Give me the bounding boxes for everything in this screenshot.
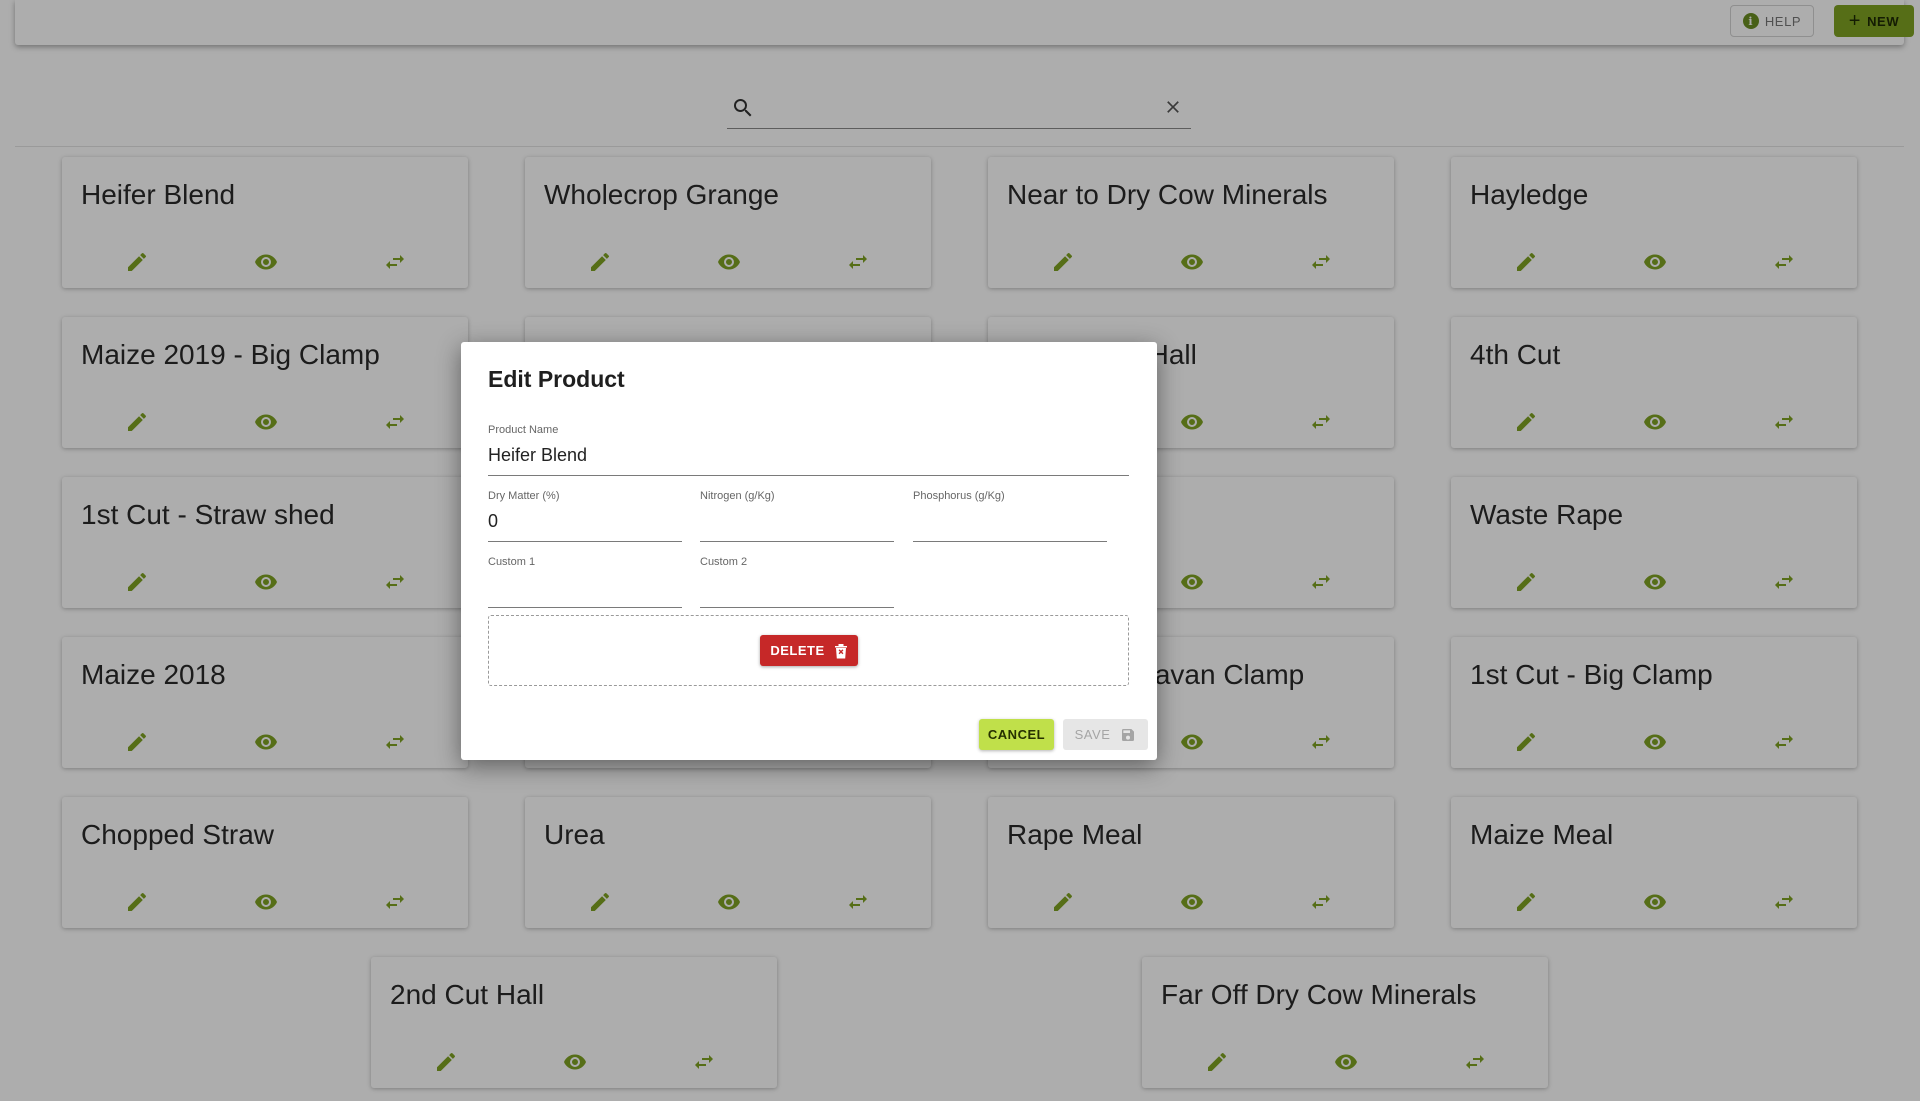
product-name-value[interactable]: Heifer Blend bbox=[488, 445, 587, 466]
nitrogen-field[interactable]: Nitrogen (g/Kg) bbox=[700, 490, 894, 542]
dry-matter-value[interactable]: 0 bbox=[488, 511, 498, 532]
floppy-disk-icon bbox=[1122, 728, 1135, 741]
phosphorus-label: Phosphorus (g/Kg) bbox=[913, 490, 1005, 502]
dry-matter-label: Dry Matter (%) bbox=[488, 490, 560, 502]
save-button: SAVE bbox=[1063, 719, 1148, 750]
trash-icon bbox=[834, 643, 847, 658]
delete-label: DELETE bbox=[770, 643, 825, 658]
custom-2-label: Custom 2 bbox=[700, 556, 748, 568]
product-name-field[interactable]: Product Name Heifer Blend bbox=[488, 424, 1129, 476]
save-label: SAVE bbox=[1074, 727, 1111, 742]
dialog-title: Edit Product bbox=[488, 366, 625, 392]
phosphorus-field[interactable]: Phosphorus (g/Kg) bbox=[913, 490, 1107, 542]
custom-1-field[interactable]: Custom 1 bbox=[488, 556, 682, 608]
product-name-label: Product Name bbox=[488, 424, 559, 436]
delete-button[interactable]: DELETE bbox=[760, 635, 858, 666]
nitrogen-label: Nitrogen (g/Kg) bbox=[700, 490, 775, 502]
delete-zone: DELETE bbox=[488, 615, 1129, 686]
cancel-button[interactable]: CANCEL bbox=[979, 719, 1054, 750]
custom-1-label: Custom 1 bbox=[488, 556, 536, 568]
dry-matter-field[interactable]: Dry Matter (%) 0 bbox=[488, 490, 682, 542]
custom-2-field[interactable]: Custom 2 bbox=[700, 556, 894, 608]
edit-product-dialog: Edit Product Product Name Heifer Blend D… bbox=[461, 342, 1157, 760]
